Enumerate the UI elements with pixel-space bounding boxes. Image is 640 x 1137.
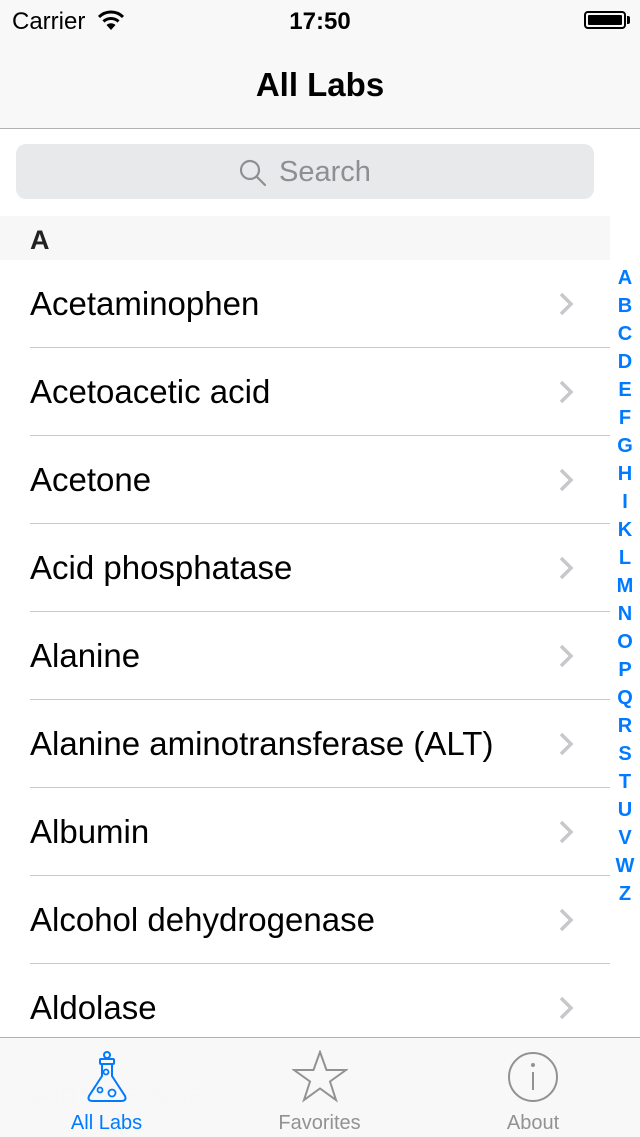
index-letter[interactable]: Z: [619, 880, 631, 908]
index-letter[interactable]: L: [619, 544, 631, 572]
battery-tip: [627, 16, 630, 24]
list-item[interactable]: Alanine: [0, 612, 610, 700]
star-icon: [291, 1050, 348, 1103]
index-letter[interactable]: B: [618, 292, 632, 320]
index-letter[interactable]: Q: [617, 684, 633, 712]
search-bar: Search: [0, 129, 640, 216]
index-letter[interactable]: T: [619, 768, 631, 796]
list-item-label: Alcohol dehydrogenase: [30, 901, 375, 938]
index-letter[interactable]: K: [618, 516, 632, 544]
clock: 17:50: [289, 8, 351, 35]
tab-label: About: [506, 1112, 560, 1134]
chevron-right-icon: [559, 644, 574, 668]
tab-label: Favorites: [278, 1112, 361, 1134]
index-letter[interactable]: P: [618, 656, 631, 684]
list-item-label: Acetoacetic acid: [30, 373, 271, 410]
list-item[interactable]: Acetone: [0, 436, 610, 524]
list-item[interactable]: Alanine aminotransferase (ALT): [0, 700, 610, 788]
chevron-right-icon: [559, 820, 574, 844]
chevron-right-icon: [559, 996, 574, 1020]
list-item[interactable]: Acid phosphatase: [0, 524, 610, 612]
chevron-right-icon: [559, 732, 574, 756]
list-item-label: Acetaminophen: [30, 285, 260, 322]
index-letter[interactable]: S: [618, 740, 631, 768]
index-letter[interactable]: F: [619, 404, 631, 432]
index-letter[interactable]: G: [617, 432, 633, 460]
index-letter[interactable]: U: [618, 796, 632, 824]
chevron-right-icon: [559, 556, 574, 580]
list-item-label: Acetone: [30, 461, 152, 498]
index-letter[interactable]: D: [618, 348, 632, 376]
list-item-label: Aldolase: [30, 989, 157, 1026]
list-item[interactable]: Acetoacetic acid: [0, 348, 610, 436]
navigation-bar: All Labs: [0, 40, 640, 129]
labs-list: Acetaminophen Acetoacetic acid Acetone Acid…: [0, 260, 610, 1052]
list-item-label: Alanine aminotransferase (ALT): [30, 725, 494, 762]
search-placeholder: Search: [279, 156, 371, 188]
section-header-label: A: [30, 225, 50, 255]
index-letter[interactable]: C: [618, 320, 632, 348]
section-index[interactable]: ABCDEFGHIKLMNOPQRSTUVWZ: [610, 264, 640, 908]
search-icon: [239, 159, 267, 186]
search-input[interactable]: Search: [16, 144, 594, 199]
index-letter[interactable]: A: [618, 264, 632, 292]
chevron-right-icon: [559, 908, 574, 932]
chevron-right-icon: [559, 468, 574, 492]
index-letter[interactable]: R: [618, 712, 632, 740]
tab-about[interactable]: About: [426, 1038, 640, 1137]
list-item-label: Acid phosphatase: [30, 549, 293, 586]
list-item[interactable]: Albumin: [0, 788, 610, 876]
page-title: All Labs: [255, 66, 385, 103]
index-letter[interactable]: I: [622, 488, 628, 516]
index-letter[interactable]: O: [617, 628, 633, 656]
index-letter[interactable]: N: [618, 600, 632, 628]
tab-bar: All Labs Favorites About: [0, 1037, 640, 1137]
index-letter[interactable]: H: [618, 460, 632, 488]
tab-label: All Labs: [70, 1112, 143, 1134]
status-bar: Carrier 17:50: [0, 0, 640, 40]
tab-favorites[interactable]: Favorites: [213, 1038, 426, 1137]
list-item[interactable]: Alcohol dehydrogenase: [0, 876, 610, 964]
index-letter[interactable]: V: [618, 824, 631, 852]
battery-icon: [584, 11, 626, 29]
list-item-label: Alanine: [30, 637, 141, 674]
list-item-label: Albumin: [30, 813, 150, 850]
flask-icon: [87, 1051, 126, 1102]
index-letter[interactable]: M: [617, 572, 634, 600]
section-header: A: [0, 216, 610, 260]
list-item[interactable]: Acetaminophen: [0, 260, 610, 348]
tab-all-labs[interactable]: All Labs: [0, 1038, 213, 1137]
chevron-right-icon: [559, 292, 574, 316]
index-letter[interactable]: E: [618, 376, 631, 404]
chevron-right-icon: [559, 380, 574, 404]
info-icon: [508, 1052, 558, 1102]
index-letter[interactable]: W: [616, 852, 635, 880]
